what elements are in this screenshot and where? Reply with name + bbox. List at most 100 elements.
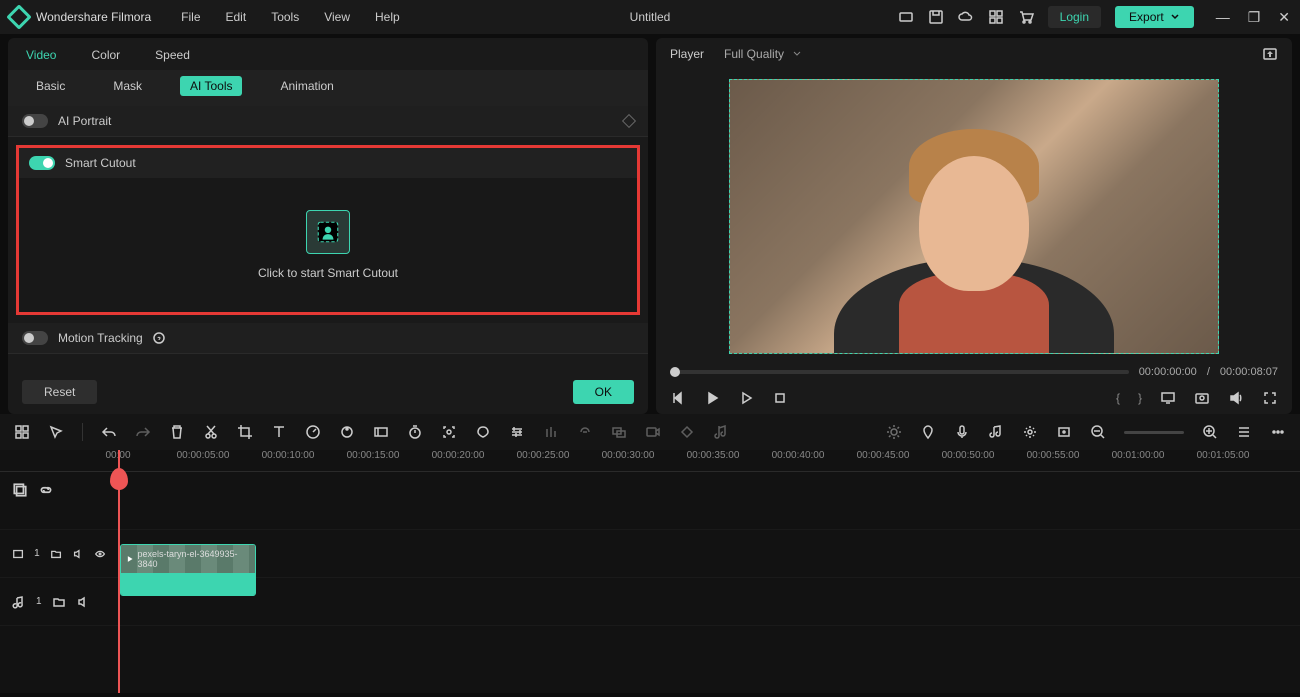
mark-out-icon[interactable]: } bbox=[1138, 391, 1142, 405]
scrub-bar[interactable] bbox=[670, 370, 1129, 374]
cloud-icon[interactable] bbox=[958, 9, 974, 25]
adjust-icon[interactable] bbox=[509, 424, 525, 440]
screen-record-icon[interactable] bbox=[898, 9, 914, 25]
grid-icon[interactable] bbox=[14, 424, 30, 440]
zoom-out-icon[interactable] bbox=[1090, 424, 1106, 440]
timeline-clip[interactable]: pexels-taryn-el-3649935-3840 bbox=[120, 544, 256, 596]
ruler-mark: 00:00:40:00 bbox=[772, 450, 825, 461]
more-icon[interactable] bbox=[1270, 424, 1286, 440]
select-tool-icon[interactable] bbox=[48, 424, 64, 440]
eye-icon[interactable] bbox=[94, 547, 106, 561]
menu-edit[interactable]: Edit bbox=[226, 10, 247, 24]
player-panel: Player Full Quality 00:00:00:00 / 00:00:… bbox=[656, 38, 1292, 414]
folder-icon[interactable] bbox=[52, 595, 66, 609]
list-view-icon[interactable] bbox=[1236, 424, 1252, 440]
help-icon[interactable] bbox=[153, 332, 165, 344]
group-icon[interactable] bbox=[611, 424, 627, 440]
menu-tools[interactable]: Tools bbox=[271, 10, 299, 24]
close-button[interactable]: ✕ bbox=[1278, 9, 1290, 26]
next-frame-button[interactable] bbox=[738, 390, 754, 406]
motion-tracking-toggle[interactable] bbox=[22, 331, 48, 345]
save-icon[interactable] bbox=[928, 9, 944, 25]
ruler-mark: 00:00:50:00 bbox=[942, 450, 995, 461]
mark-in-icon[interactable]: { bbox=[1116, 391, 1120, 405]
login-button[interactable]: Login bbox=[1048, 6, 1101, 28]
reset-button[interactable]: Reset bbox=[22, 380, 97, 404]
smart-cutout-toggle[interactable] bbox=[29, 156, 55, 170]
crop-icon[interactable] bbox=[237, 424, 253, 440]
subtab-mask[interactable]: Mask bbox=[103, 76, 152, 96]
export-button[interactable]: Export bbox=[1115, 6, 1194, 28]
aspect-icon[interactable] bbox=[373, 424, 389, 440]
copy-track-icon[interactable] bbox=[12, 482, 28, 498]
prev-frame-button[interactable] bbox=[670, 390, 686, 406]
fullscreen-icon[interactable] bbox=[1262, 390, 1278, 406]
ai-portrait-section: AI Portrait bbox=[8, 106, 648, 137]
undo-icon[interactable] bbox=[101, 424, 117, 440]
smart-cutout-start-button[interactable] bbox=[306, 210, 350, 254]
preview-viewport[interactable] bbox=[656, 70, 1292, 362]
audio-tool-icon[interactable] bbox=[713, 424, 729, 440]
ai-portrait-toggle[interactable] bbox=[22, 114, 48, 128]
property-tabs-secondary: Basic Mask AI Tools Animation bbox=[8, 70, 648, 106]
stop-button[interactable] bbox=[772, 390, 788, 406]
menu-help[interactable]: Help bbox=[375, 10, 400, 24]
tab-color[interactable]: Color bbox=[91, 48, 120, 62]
subtab-animation[interactable]: Animation bbox=[270, 76, 343, 96]
clip-label: pexels-taryn-el-3649935-3840 bbox=[137, 549, 251, 569]
sun-icon[interactable] bbox=[886, 424, 902, 440]
audio-mix-icon[interactable] bbox=[543, 424, 559, 440]
keyframe-icon[interactable] bbox=[622, 114, 636, 128]
track-focus-icon[interactable] bbox=[441, 424, 457, 440]
link-icon[interactable] bbox=[38, 482, 54, 498]
quality-selector[interactable]: Full Quality bbox=[724, 47, 802, 61]
timeline[interactable]: 00:0000:00:05:0000:00:10:0000:00:15:0000… bbox=[0, 450, 1300, 693]
timer-icon[interactable] bbox=[407, 424, 423, 440]
play-button[interactable] bbox=[704, 390, 720, 406]
folder-icon[interactable] bbox=[50, 547, 62, 561]
apps-icon[interactable] bbox=[988, 9, 1004, 25]
smart-cutout-hint: Click to start Smart Cutout bbox=[258, 266, 398, 280]
menu-view[interactable]: View bbox=[324, 10, 350, 24]
subtab-basic[interactable]: Basic bbox=[26, 76, 75, 96]
video-track-icon bbox=[12, 547, 24, 561]
marker-icon[interactable] bbox=[920, 424, 936, 440]
subtab-ai-tools[interactable]: AI Tools bbox=[180, 76, 242, 96]
music-note-icon[interactable] bbox=[988, 424, 1004, 440]
display-icon[interactable] bbox=[1160, 390, 1176, 406]
record-icon[interactable] bbox=[645, 424, 661, 440]
text-icon[interactable] bbox=[271, 424, 287, 440]
detach-icon[interactable] bbox=[577, 424, 593, 440]
redo-icon[interactable] bbox=[135, 424, 151, 440]
person-cutout-icon bbox=[315, 219, 341, 245]
mic-icon[interactable] bbox=[954, 424, 970, 440]
app-logo bbox=[6, 4, 31, 29]
snapshot-layout-icon[interactable] bbox=[1262, 46, 1278, 62]
ai-icon[interactable] bbox=[1022, 424, 1038, 440]
playhead[interactable] bbox=[118, 450, 120, 693]
mute-icon[interactable] bbox=[76, 595, 90, 609]
zoom-in-icon[interactable] bbox=[1202, 424, 1218, 440]
ruler-mark: 00:01:05:00 bbox=[1197, 450, 1250, 461]
ok-button[interactable]: OK bbox=[573, 380, 634, 404]
delete-icon[interactable] bbox=[169, 424, 185, 440]
cart-icon[interactable] bbox=[1018, 9, 1034, 25]
color-icon[interactable] bbox=[339, 424, 355, 440]
minimize-button[interactable]: — bbox=[1216, 9, 1230, 26]
maximize-button[interactable]: ❐ bbox=[1248, 9, 1261, 26]
tab-speed[interactable]: Speed bbox=[155, 48, 190, 62]
video-track-num: 1 bbox=[34, 548, 40, 559]
keyframe-tool-icon[interactable] bbox=[679, 424, 695, 440]
audio-track-num: 1 bbox=[36, 596, 42, 607]
mute-icon[interactable] bbox=[72, 547, 84, 561]
frame-icon[interactable] bbox=[1056, 424, 1072, 440]
zoom-slider[interactable] bbox=[1124, 431, 1184, 434]
volume-icon[interactable] bbox=[1228, 390, 1244, 406]
cut-icon[interactable] bbox=[203, 424, 219, 440]
speed-dial-icon[interactable] bbox=[305, 424, 321, 440]
menu-file[interactable]: File bbox=[181, 10, 200, 24]
tab-video[interactable]: Video bbox=[26, 48, 56, 62]
paint-icon[interactable] bbox=[475, 424, 491, 440]
timeline-ruler[interactable]: 00:0000:00:05:0000:00:10:0000:00:15:0000… bbox=[0, 450, 1300, 472]
snapshot-icon[interactable] bbox=[1194, 390, 1210, 406]
